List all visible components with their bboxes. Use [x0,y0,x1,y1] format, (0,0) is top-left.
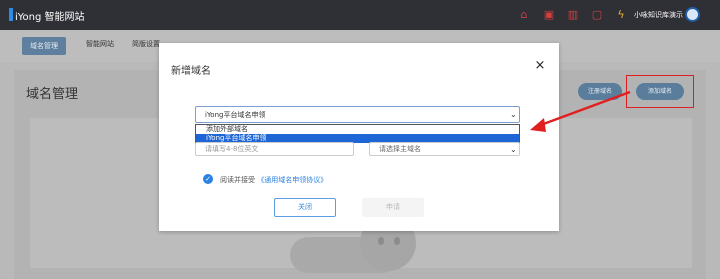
root-domain-placeholder: 请选择主域名 [379,145,421,153]
annotation-arrow [530,90,631,132]
chart-icon[interactable]: ▥ [567,9,579,21]
lightning-icon[interactable]: ϟ [615,9,627,21]
tab-smart-website[interactable]: 智能网站 [86,39,114,49]
app-logo[interactable]: iYong 智能网站 [15,8,85,23]
apply-button[interactable]: 申请 [362,198,424,217]
agreement-link[interactable]: 《通用域名申领协议》 [257,176,327,184]
domain-source-select[interactable]: iYong平台域名申领 ⌄ [195,106,520,123]
agree-checkbox[interactable]: ✓ [203,174,213,184]
modal-title: 新增域名 [171,66,211,77]
tab-domain-management[interactable]: 域名管理 [22,37,66,55]
domain-prefix-input[interactable]: 请填写4-8位英文 [195,142,354,156]
home-icon[interactable]: ⌂ [518,9,530,21]
domain-prefix-placeholder: 请填写4-8位英文 [205,145,259,153]
logo-mark [9,8,13,21]
close-icon[interactable]: × [533,59,547,73]
add-domain-modal: 新增域名 × iYong平台域名申领 ⌄ 添加外部域名 iYong平台域名申领 … [159,43,559,231]
monitor-icon[interactable]: ▣ [543,9,555,21]
user-name[interactable]: 小咏知识库演示 [634,10,683,20]
chevron-down-icon: ⌄ [510,145,517,154]
page-title: 域名管理 [26,87,79,102]
close-button[interactable]: 关闭 [274,198,336,217]
domain-source-dropdown: 添加外部域名 iYong平台域名申领 [195,124,520,143]
agree-text: 阅读并接受 [220,176,255,184]
avatar[interactable] [685,7,700,22]
tab-basic-settings[interactable]: 简版设置 [132,39,160,49]
box-icon[interactable]: ▢ [591,9,603,21]
root-domain-select[interactable]: 请选择主域名 ⌄ [369,142,520,156]
agree-label: 阅读并接受 《通用域名申领协议》 [220,175,327,185]
top-bar: iYong 智能网站 ⌂ ▣ ▥ ▢ ϟ 小咏知识库演示 [0,0,720,30]
chevron-down-icon: ⌄ [510,110,517,119]
option-external-domain[interactable]: 添加外部域名 [196,125,519,134]
domain-source-value: iYong平台域名申领 [205,111,266,119]
